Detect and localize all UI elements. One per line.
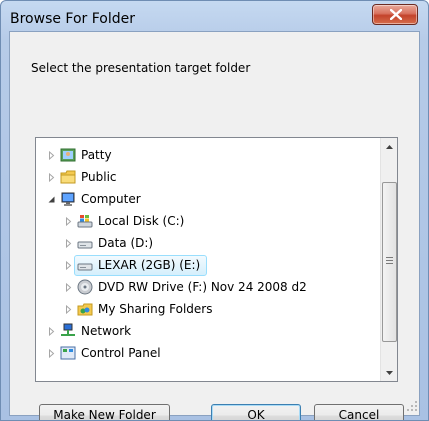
tree-item-my-sharing-folders[interactable]: My Sharing Folders [36,299,376,321]
cancel-button[interactable]: Cancel [314,404,404,420]
tree-item-label: Public [81,170,117,184]
folder-tree[interactable]: Patty Public Computer Local Disk (C:) Da… [35,137,398,382]
hard-drive-icon [77,241,93,249]
title-bar[interactable]: Browse For Folder [1,1,428,35]
tree-item-label: LEXAR (2GB) (E:) [98,258,201,272]
tree-item-label: Data (D:) [98,236,154,250]
vertical-scrollbar[interactable] [380,138,397,381]
control-panel-icon [60,346,76,360]
scroll-down-arrow-icon [386,371,393,375]
tree-item-label: Network [81,324,132,338]
folder-icon [60,170,76,184]
user-folder-icon [60,148,76,162]
computer-icon [61,192,75,206]
tree-item-control-panel[interactable]: Control Panel [36,343,376,365]
removable-drive-icon [77,263,93,271]
expand-arrow-icon[interactable] [47,349,56,358]
sharing-folder-icon [77,303,93,316]
expand-arrow-icon[interactable] [47,173,56,182]
scroll-up-arrow-icon [386,145,393,149]
browse-for-folder-dialog: Browse For Folder Select the presentatio… [0,0,429,421]
tree-item-public[interactable]: Public [36,167,376,189]
tree-item-local-disk-c[interactable]: Local Disk (C:) [36,211,376,233]
tree-item-network[interactable]: Network [36,321,376,343]
scroll-up-button[interactable] [381,139,397,156]
network-icon [61,323,75,336]
tree-item-label: DVD RW Drive (F:) Nov 24 2008 d2 [98,280,307,294]
expand-arrow-icon[interactable] [64,283,73,292]
expand-arrow-icon[interactable] [47,327,56,336]
tree-item-lexar-e[interactable]: LEXAR (2GB) (E:) [36,255,376,277]
scroll-thumb[interactable] [382,182,397,342]
resize-grip-icon[interactable] [406,400,418,412]
tree-item-label: Patty [81,148,112,162]
expand-arrow-icon[interactable] [64,261,73,270]
scroll-down-button[interactable] [381,364,397,381]
close-icon [390,9,402,20]
close-button[interactable] [372,4,418,25]
expand-arrow-icon[interactable] [64,239,73,248]
dialog-title: Browse For Folder [10,11,136,27]
tree-item-label: Local Disk (C:) [98,214,185,228]
scroll-grip-icon [386,257,393,264]
tree-item-dvd-rw-f[interactable]: DVD RW Drive (F:) Nov 24 2008 d2 [36,277,376,299]
collapse-arrow-icon[interactable] [47,195,56,204]
expand-arrow-icon[interactable] [64,217,73,226]
expand-arrow-icon[interactable] [64,305,73,314]
ok-button[interactable]: OK [211,404,301,420]
expand-arrow-icon[interactable] [47,151,56,160]
make-new-folder-button[interactable]: Make New Folder [39,404,170,420]
dialog-body: Select the presentation target folder Pa… [9,31,420,420]
windows-drive-icon [77,215,93,228]
tree-item-data-d[interactable]: Data (D:) [36,233,376,255]
tree-item-label: Computer [81,192,141,206]
tree-item-patty[interactable]: Patty [36,145,376,167]
dialog-prompt: Select the presentation target folder [31,61,251,75]
tree-item-label: Control Panel [81,346,161,360]
tree-item-computer[interactable]: Computer [36,189,376,211]
dvd-drive-icon [77,279,93,295]
tree-item-label: My Sharing Folders [98,302,213,316]
